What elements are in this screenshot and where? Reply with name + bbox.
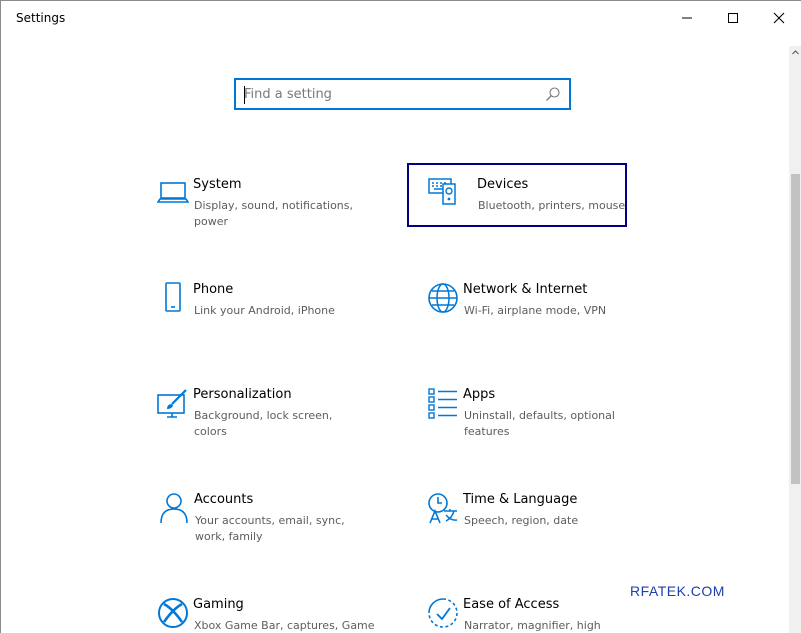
close-button[interactable] bbox=[756, 1, 801, 35]
search-input[interactable] bbox=[244, 84, 534, 104]
title-bar[interactable]: Settings bbox=[1, 1, 801, 39]
vertical-scrollbar[interactable] bbox=[789, 46, 801, 633]
tile-title: Accounts bbox=[194, 492, 254, 507]
tile-title: System bbox=[193, 177, 242, 192]
tile-title: Phone bbox=[193, 282, 234, 297]
paintbrush-icon bbox=[157, 389, 187, 418]
search-icon[interactable] bbox=[545, 86, 561, 102]
maximize-icon bbox=[728, 13, 738, 23]
settings-home: System Display, sound, notifications, po… bbox=[1, 46, 789, 633]
tile-title: Apps bbox=[463, 387, 496, 402]
globe-icon bbox=[428, 283, 458, 313]
tile-title: Network & Internet bbox=[463, 282, 588, 297]
tile-description: Bluetooth, printers, mouse bbox=[478, 199, 626, 212]
scroll-up-arrow-icon[interactable] bbox=[791, 48, 800, 57]
maximize-button[interactable] bbox=[710, 1, 756, 35]
tile-description: Uninstall, defaults, optional features bbox=[464, 409, 615, 438]
tile-title: Personalization bbox=[193, 387, 292, 402]
phone-icon bbox=[165, 282, 181, 312]
time-language-icon bbox=[428, 493, 458, 524]
tile-personalization[interactable]: Personalization Background, lock screen,… bbox=[143, 373, 363, 438]
keyboard-speaker-icon bbox=[428, 178, 456, 205]
tile-description: Xbox Game Bar, captures, Game bbox=[194, 619, 375, 632]
tile-description: Display, sound, notifications, power bbox=[194, 199, 354, 228]
tile-title: Gaming bbox=[193, 597, 244, 612]
tile-time-language[interactable]: Time & Language Speech, region, date bbox=[413, 478, 633, 542]
laptop-icon bbox=[157, 182, 189, 203]
scrollbar-thumb[interactable] bbox=[791, 174, 800, 484]
search-box[interactable] bbox=[234, 78, 571, 110]
tile-gaming[interactable]: Gaming Xbox Game Bar, captures, Game bbox=[143, 583, 375, 633]
tile-accounts[interactable]: Accounts Your accounts, email, sync, wor… bbox=[144, 478, 364, 543]
tile-description: Link your Android, iPhone bbox=[194, 304, 335, 317]
tile-phone[interactable]: Phone Link your Android, iPhone bbox=[143, 268, 363, 332]
tile-system[interactable]: System Display, sound, notifications, po… bbox=[143, 163, 363, 228]
watermark: RFATEK.COM bbox=[630, 583, 725, 599]
tile-ease-of-access[interactable]: Ease of Access Narrator, magnifier, high bbox=[413, 583, 633, 633]
tile-network-internet[interactable]: Network & Internet Wi-Fi, airplane mode,… bbox=[413, 268, 633, 332]
tile-title: Devices bbox=[477, 177, 529, 192]
minimize-icon bbox=[682, 17, 692, 19]
tile-description: Speech, region, date bbox=[464, 514, 579, 527]
apps-list-icon bbox=[428, 388, 457, 419]
text-caret bbox=[244, 86, 245, 104]
tile-description: Background, lock screen, colors bbox=[194, 409, 333, 438]
ease-of-access-icon bbox=[428, 598, 458, 628]
close-icon bbox=[773, 12, 785, 24]
tile-description: Wi-Fi, airplane mode, VPN bbox=[464, 304, 607, 317]
tile-title: Time & Language bbox=[463, 492, 578, 507]
settings-window: Settings System bbox=[0, 0, 801, 633]
xbox-icon bbox=[158, 598, 188, 628]
tile-devices[interactable]: Devices Bluetooth, printers, mouse bbox=[407, 163, 627, 227]
tile-description: Narrator, magnifier, high bbox=[464, 619, 601, 632]
tile-description: Your accounts, email, sync, work, family bbox=[195, 514, 345, 543]
window-title: Settings bbox=[16, 11, 66, 25]
tile-apps[interactable]: Apps Uninstall, defaults, optional featu… bbox=[413, 373, 633, 438]
tile-title: Ease of Access bbox=[463, 597, 560, 612]
minimize-button[interactable] bbox=[664, 1, 710, 35]
person-icon bbox=[160, 493, 188, 524]
